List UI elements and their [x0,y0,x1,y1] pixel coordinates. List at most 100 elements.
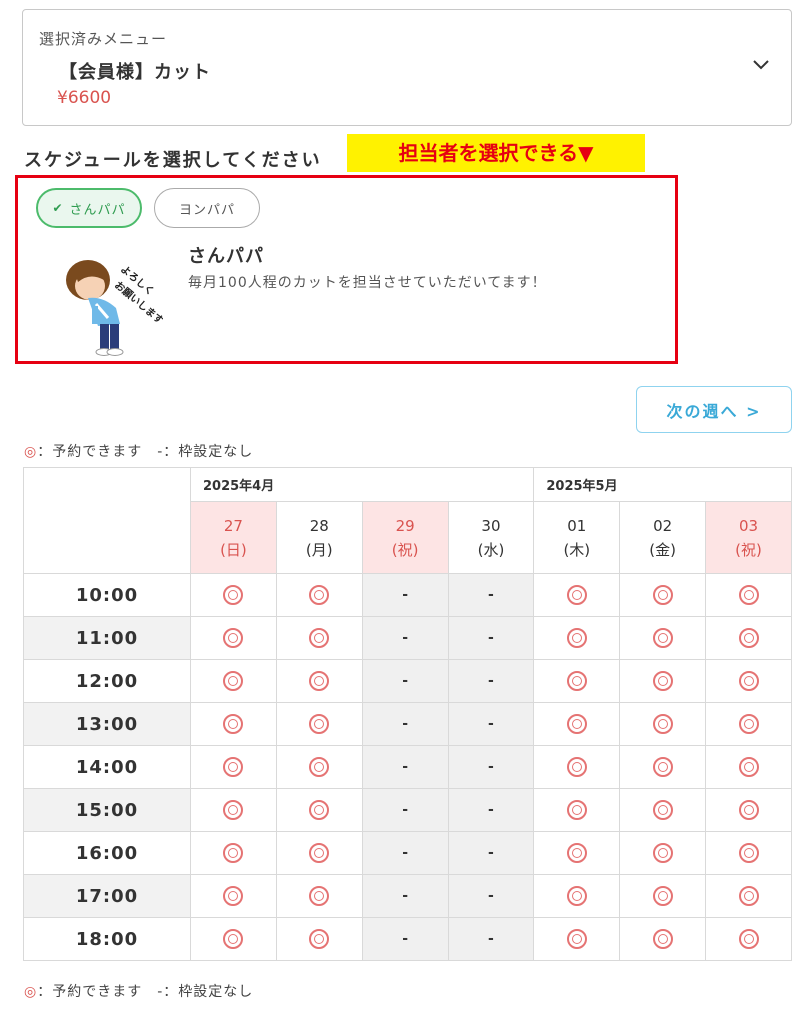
slot-mark: - [402,759,409,775]
slot-available[interactable] [190,831,277,875]
day-number: 02 [653,516,673,535]
available-circle-icon [738,714,759,734]
slot-available[interactable] [190,745,277,789]
available-circle-icon [566,585,587,605]
staff-chip-sanpapa[interactable]: ✔ さんパパ [36,188,142,228]
selected-menu-dropdown[interactable]: 選択済みメニュー 【会員様】カット ¥6600 [22,9,792,126]
slot-available[interactable] [619,874,707,918]
slot-available[interactable] [275,573,363,617]
slot-available[interactable] [705,917,792,961]
table-row: 12:00 - - [23,659,792,703]
slot-unavailable: - [361,831,449,875]
day-number: 30 [481,516,501,535]
table-corner [23,467,191,574]
slot-available[interactable] [533,659,621,703]
slot-mark: - [402,587,409,603]
legend-top: ◎：予約できます -：枠設定なし [24,441,253,461]
day-number: 29 [395,516,415,535]
slot-available[interactable] [275,874,363,918]
slot-available[interactable] [533,573,621,617]
available-circle-icon [566,929,587,949]
available-circle-icon [309,671,330,691]
slot-mark: - [488,673,494,689]
slot-available[interactable] [619,745,707,789]
slot-available[interactable] [190,573,277,617]
available-circle-icon [652,843,673,863]
available-circle-icon [738,671,759,691]
slot-available[interactable] [190,874,277,918]
slot-available[interactable] [533,831,621,875]
day-of-week: (月) [305,540,333,559]
slot-available[interactable] [705,831,792,875]
available-circle-icon [566,714,587,734]
slot-available[interactable] [275,702,363,746]
slot-available[interactable] [275,745,363,789]
day-of-week: (日) [220,540,247,559]
available-circle-icon [223,628,244,648]
available-circle-icon [566,671,587,691]
slot-available[interactable] [705,745,792,789]
slot-available[interactable] [190,917,277,961]
slot-available[interactable] [275,831,363,875]
slot-available[interactable] [533,788,621,832]
available-circle-icon [309,800,330,820]
slot-available[interactable] [705,573,792,617]
slot-mark: - [488,716,494,732]
available-circle-icon [223,671,244,691]
slot-available[interactable] [533,616,621,660]
slot-available[interactable] [275,659,363,703]
day-header: 03 (祝) [705,501,792,574]
slot-unavailable: - [361,616,449,660]
slot-available[interactable] [190,788,277,832]
time-label: 13:00 [23,702,191,746]
slot-available[interactable] [619,917,707,961]
available-circle-icon [309,585,330,605]
slot-available[interactable] [190,616,277,660]
slot-available[interactable] [533,702,621,746]
available-circle-icon [738,585,759,605]
chevron-down-icon[interactable] [751,54,771,74]
legend-mark: ◎ [24,444,38,460]
slot-available[interactable] [705,616,792,660]
slot-available[interactable] [619,702,707,746]
slot-available[interactable] [190,659,277,703]
slot-available[interactable] [275,616,363,660]
day-number: 01 [567,516,587,535]
staff-select-callout: 担当者を選択できる▼ [347,134,645,172]
day-header: 02 (金) [619,501,707,574]
slot-mark: - [402,802,409,818]
available-circle-icon [309,628,330,648]
staff-chip-label: ヨンパパ [178,202,235,218]
next-week-button[interactable]: 次の週へ > [636,386,792,433]
available-circle-icon [652,929,673,949]
staff-chip-yonpapa[interactable]: ヨンパパ [154,188,260,228]
slot-available[interactable] [705,874,792,918]
slot-available[interactable] [190,702,277,746]
time-label: 18:00 [23,917,191,961]
slot-available[interactable] [533,874,621,918]
slot-available[interactable] [533,745,621,789]
slot-available[interactable] [705,659,792,703]
available-circle-icon [566,757,587,777]
available-circle-icon [652,628,673,648]
slot-available[interactable] [275,788,363,832]
menu-item-name: 【会員様】カット [59,62,211,83]
slot-unavailable: - [361,659,449,703]
slot-available[interactable] [619,616,707,660]
table-row: 17:00 - - [23,874,792,918]
slot-available[interactable] [533,917,621,961]
day-of-week: (木) [563,540,591,559]
slot-available[interactable] [705,788,792,832]
slot-available[interactable] [619,831,707,875]
slot-available[interactable] [619,573,707,617]
schedule-title: スケジュールを選択してください [24,150,322,171]
slot-available[interactable] [705,702,792,746]
available-circle-icon [223,585,244,605]
day-of-week: (祝) [391,540,419,559]
available-circle-icon [652,714,673,734]
available-circle-icon [223,886,244,906]
slot-available[interactable] [619,659,707,703]
slot-available[interactable] [619,788,707,832]
slot-available[interactable] [275,917,363,961]
day-of-week: (祝) [735,540,762,559]
